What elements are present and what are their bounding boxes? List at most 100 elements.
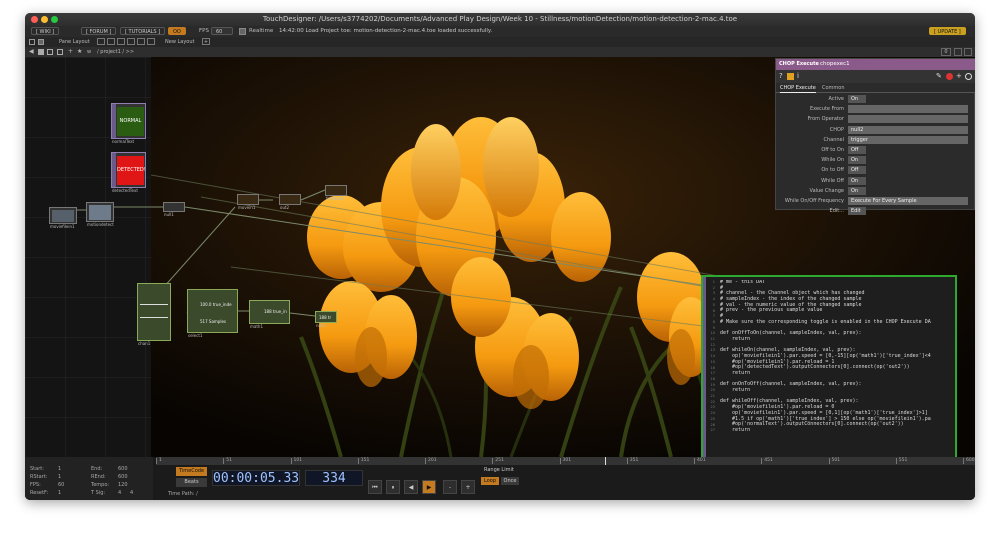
edit-icon[interactable]: ✎: [936, 72, 942, 80]
layout-preset-1[interactable]: [97, 38, 105, 45]
view-icon[interactable]: [47, 49, 53, 55]
beats-toggle[interactable]: Beats: [176, 478, 207, 487]
code-text[interactable]: # me - this DAT # # channel - the Channel …: [720, 280, 957, 457]
layout-preset-2[interactable]: [107, 38, 115, 45]
update-button[interactable]: [ UPDATE ]: [929, 27, 966, 35]
tsig-b[interactable]: 4: [130, 490, 133, 496]
home-icon[interactable]: [38, 49, 44, 55]
param-value[interactable]: Off: [848, 146, 866, 154]
param-value[interactable]: Off: [848, 166, 866, 175]
movein-node[interactable]: movein1: [237, 194, 259, 210]
param-name: While On: [821, 157, 844, 164]
motiondetect-node[interactable]: motiondetect: [86, 202, 114, 227]
comment-icon[interactable]: [946, 73, 953, 80]
param-value[interactable]: On: [848, 186, 866, 195]
param-row: While Off On: [776, 176, 975, 186]
param-value[interactable]: Edit: [848, 207, 866, 216]
tab-common[interactable]: Common: [822, 84, 845, 92]
null1-node[interactable]: null1: [163, 202, 185, 217]
param-value[interactable]: On: [848, 95, 866, 103]
pane-number[interactable]: 0: [941, 48, 951, 56]
start-value[interactable]: 1: [58, 466, 61, 472]
star-icon[interactable]: ★: [77, 48, 82, 56]
math1-node[interactable]: 100.0 true_inde 517 Samples select1: [187, 289, 238, 338]
normal-text-node-label: normalText: [112, 139, 135, 144]
detected-text-node[interactable]: DETECTED! detectedText: [111, 152, 146, 193]
back-arrow-icon[interactable]: ◀: [29, 49, 34, 55]
rend-value[interactable]: 600: [118, 474, 128, 480]
normal-text-node[interactable]: NORMAL normalText: [111, 103, 146, 144]
wire-icon[interactable]: w: [87, 48, 91, 56]
loop-toggle[interactable]: Loop: [481, 477, 499, 485]
add-icon[interactable]: +: [68, 48, 73, 56]
split-icon[interactable]: [38, 39, 44, 45]
minimize-window-button[interactable]: [41, 16, 48, 23]
range-limit-label: Range Limit: [484, 467, 514, 473]
param-name: On to Off: [821, 167, 844, 174]
rstart-value[interactable]: 1: [58, 474, 61, 480]
param-value[interactable]: [848, 115, 968, 124]
speed-minus-button[interactable]: -: [443, 480, 457, 494]
playhead[interactable]: [604, 457, 606, 465]
math-node-label: math1: [250, 324, 263, 329]
param-value[interactable]: [848, 105, 968, 114]
tempo-value[interactable]: 120: [118, 482, 128, 488]
timecode-toggle[interactable]: TimeCode: [176, 467, 207, 476]
chan-node[interactable]: chan1: [137, 283, 171, 346]
tab-chop-execute[interactable]: CHOP Execute: [780, 84, 816, 93]
layout-preset-4[interactable]: [127, 38, 135, 45]
chopexec-dat-node[interactable]: 1 2 3 4 5 6 7 8 9 10 11 12 13 14 15 16 17 18 19 20 21 22 23 24 2…: [701, 275, 957, 457]
frame-display[interactable]: 334: [305, 470, 363, 486]
title-bar: TouchDesigner: /Users/s3774202/Documents…: [25, 13, 975, 26]
info-icon[interactable]: i: [797, 72, 799, 80]
param-value[interactable]: On: [848, 176, 866, 185]
pane-menu-icon[interactable]: [964, 48, 972, 56]
help-icon[interactable]: ?: [779, 72, 783, 80]
layout-preset-3[interactable]: [117, 38, 125, 45]
out2-node[interactable]: out2: [279, 194, 301, 210]
play-button[interactable]: ▶: [422, 480, 436, 494]
step-back-button[interactable]: ◀: [404, 480, 418, 494]
param-value[interactable]: null2: [848, 125, 968, 134]
speed-plus-button[interactable]: +: [461, 480, 475, 494]
param-value[interactable]: trigger: [848, 135, 968, 144]
oo-button[interactable]: OO: [168, 27, 186, 35]
tutorials-button[interactable]: [ TUTORIALS ]: [120, 27, 166, 35]
timeline-ruler[interactable]: 1 51 101 151 201 251 301 351 401 451 501 551 600: [156, 457, 975, 465]
resetf-value[interactable]: 1: [58, 490, 61, 496]
param-row: While On/Off Frequency Execute For Every …: [776, 196, 975, 206]
fps-value[interactable]: 60: [211, 27, 233, 35]
wiki-button[interactable]: [ WIKI ]: [31, 27, 60, 35]
code-line: # Make sure the corresponding toggle is …: [720, 318, 931, 325]
timecode-display[interactable]: 00:00:05.33: [212, 470, 300, 486]
moviefilein-node[interactable]: moviefilein1: [49, 207, 77, 229]
layout-toggle-icon[interactable]: [29, 39, 35, 45]
settings-gear-icon[interactable]: [965, 73, 972, 80]
python-help-icon[interactable]: [787, 73, 794, 80]
network-path[interactable]: / project1 / >>: [97, 48, 134, 56]
op-name-field[interactable]: chopexec1: [818, 60, 968, 69]
close-window-button[interactable]: [31, 16, 38, 23]
layout-preset-6[interactable]: [147, 38, 155, 45]
forum-button[interactable]: [ FORUM ]: [81, 27, 117, 35]
param-value[interactable]: Execute For Every Sample: [848, 197, 968, 205]
up-icon[interactable]: [57, 49, 63, 55]
zoom-window-button[interactable]: [51, 16, 58, 23]
layout-preset-5[interactable]: [137, 38, 145, 45]
tsig-a[interactable]: 4: [118, 490, 121, 496]
once-toggle[interactable]: Once: [501, 477, 519, 485]
null2-node[interactable]: 188 tr null2: [315, 311, 337, 328]
ruler-tick: 501: [828, 458, 840, 464]
rewind-button[interactable]: ⏮: [368, 480, 382, 494]
add-layout-button[interactable]: +: [202, 38, 210, 45]
true-info-readout: 188 true_in: [264, 309, 287, 314]
param-value[interactable]: On: [848, 156, 866, 165]
feedback-node[interactable]: feedback: [325, 185, 347, 201]
realtime-checkbox[interactable]: [239, 28, 246, 35]
pause-button[interactable]: ⏸: [386, 480, 400, 494]
add-param-icon[interactable]: +: [956, 72, 962, 80]
math-node[interactable]: 188 true_in math1: [249, 300, 290, 329]
maximize-pane-icon[interactable]: [954, 48, 962, 56]
timeline-fps-value[interactable]: 60: [58, 482, 64, 488]
end-value[interactable]: 600: [118, 466, 128, 472]
